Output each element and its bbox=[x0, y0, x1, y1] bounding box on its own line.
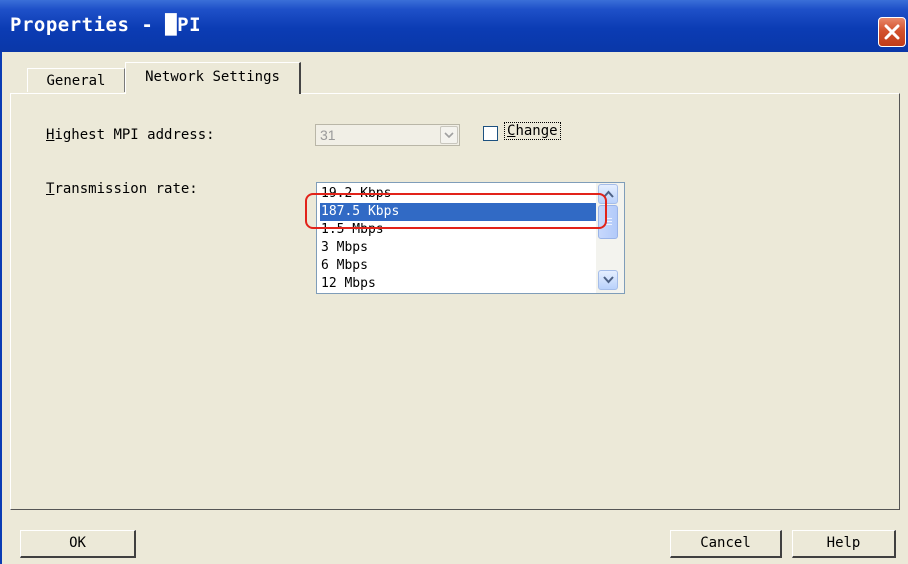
combobox-dropdown-button[interactable] bbox=[440, 126, 458, 144]
tab-panel-network-settings bbox=[10, 93, 900, 510]
change-checkbox[interactable] bbox=[483, 126, 498, 141]
chevron-up-icon bbox=[603, 190, 614, 198]
title-bar: Properties - █PI bbox=[0, 0, 908, 52]
transmission-rate-label: Transmission rate: bbox=[46, 181, 198, 197]
list-item[interactable]: 3 Mbps bbox=[320, 239, 600, 257]
change-checkbox-label[interactable]: Change bbox=[504, 122, 561, 140]
highest-mpi-address-combobox[interactable]: 31 bbox=[315, 124, 460, 146]
scroll-thumb[interactable] bbox=[598, 205, 618, 239]
tab-general-label: General bbox=[46, 73, 106, 89]
list-item[interactable]: 6 Mbps bbox=[320, 257, 600, 275]
transmission-rate-listbox[interactable]: 19.2 Kbps 187.5 Kbps 1.5 Mbps 3 Mbps 6 M… bbox=[316, 182, 625, 294]
window-title: Properties - █PI bbox=[10, 14, 202, 36]
tab-general[interactable]: General bbox=[27, 68, 125, 92]
cancel-button[interactable]: Cancel bbox=[670, 530, 782, 558]
close-button[interactable] bbox=[878, 17, 906, 47]
list-item[interactable]: 12 Mbps bbox=[320, 275, 600, 293]
scroll-down-button[interactable] bbox=[598, 270, 618, 290]
list-item[interactable]: 19.2 Kbps bbox=[320, 185, 600, 203]
chevron-down-icon bbox=[444, 132, 454, 138]
highest-mpi-address-value: 31 bbox=[320, 127, 336, 143]
tab-network-settings[interactable]: Network Settings bbox=[125, 62, 301, 94]
close-icon bbox=[884, 24, 900, 40]
tab-network-settings-label: Network Settings bbox=[145, 69, 280, 85]
scroll-up-button[interactable] bbox=[598, 184, 618, 204]
list-item-selected[interactable]: 187.5 Kbps bbox=[320, 203, 600, 221]
listbox-scrollbar[interactable] bbox=[596, 183, 624, 293]
list-item[interactable]: 1.5 Mbps bbox=[320, 221, 600, 239]
highest-mpi-address-label: Highest MPI address: bbox=[46, 127, 215, 143]
help-button[interactable]: Help bbox=[792, 530, 896, 558]
chevron-down-icon bbox=[603, 276, 614, 284]
ok-button[interactable]: OK bbox=[20, 530, 136, 558]
